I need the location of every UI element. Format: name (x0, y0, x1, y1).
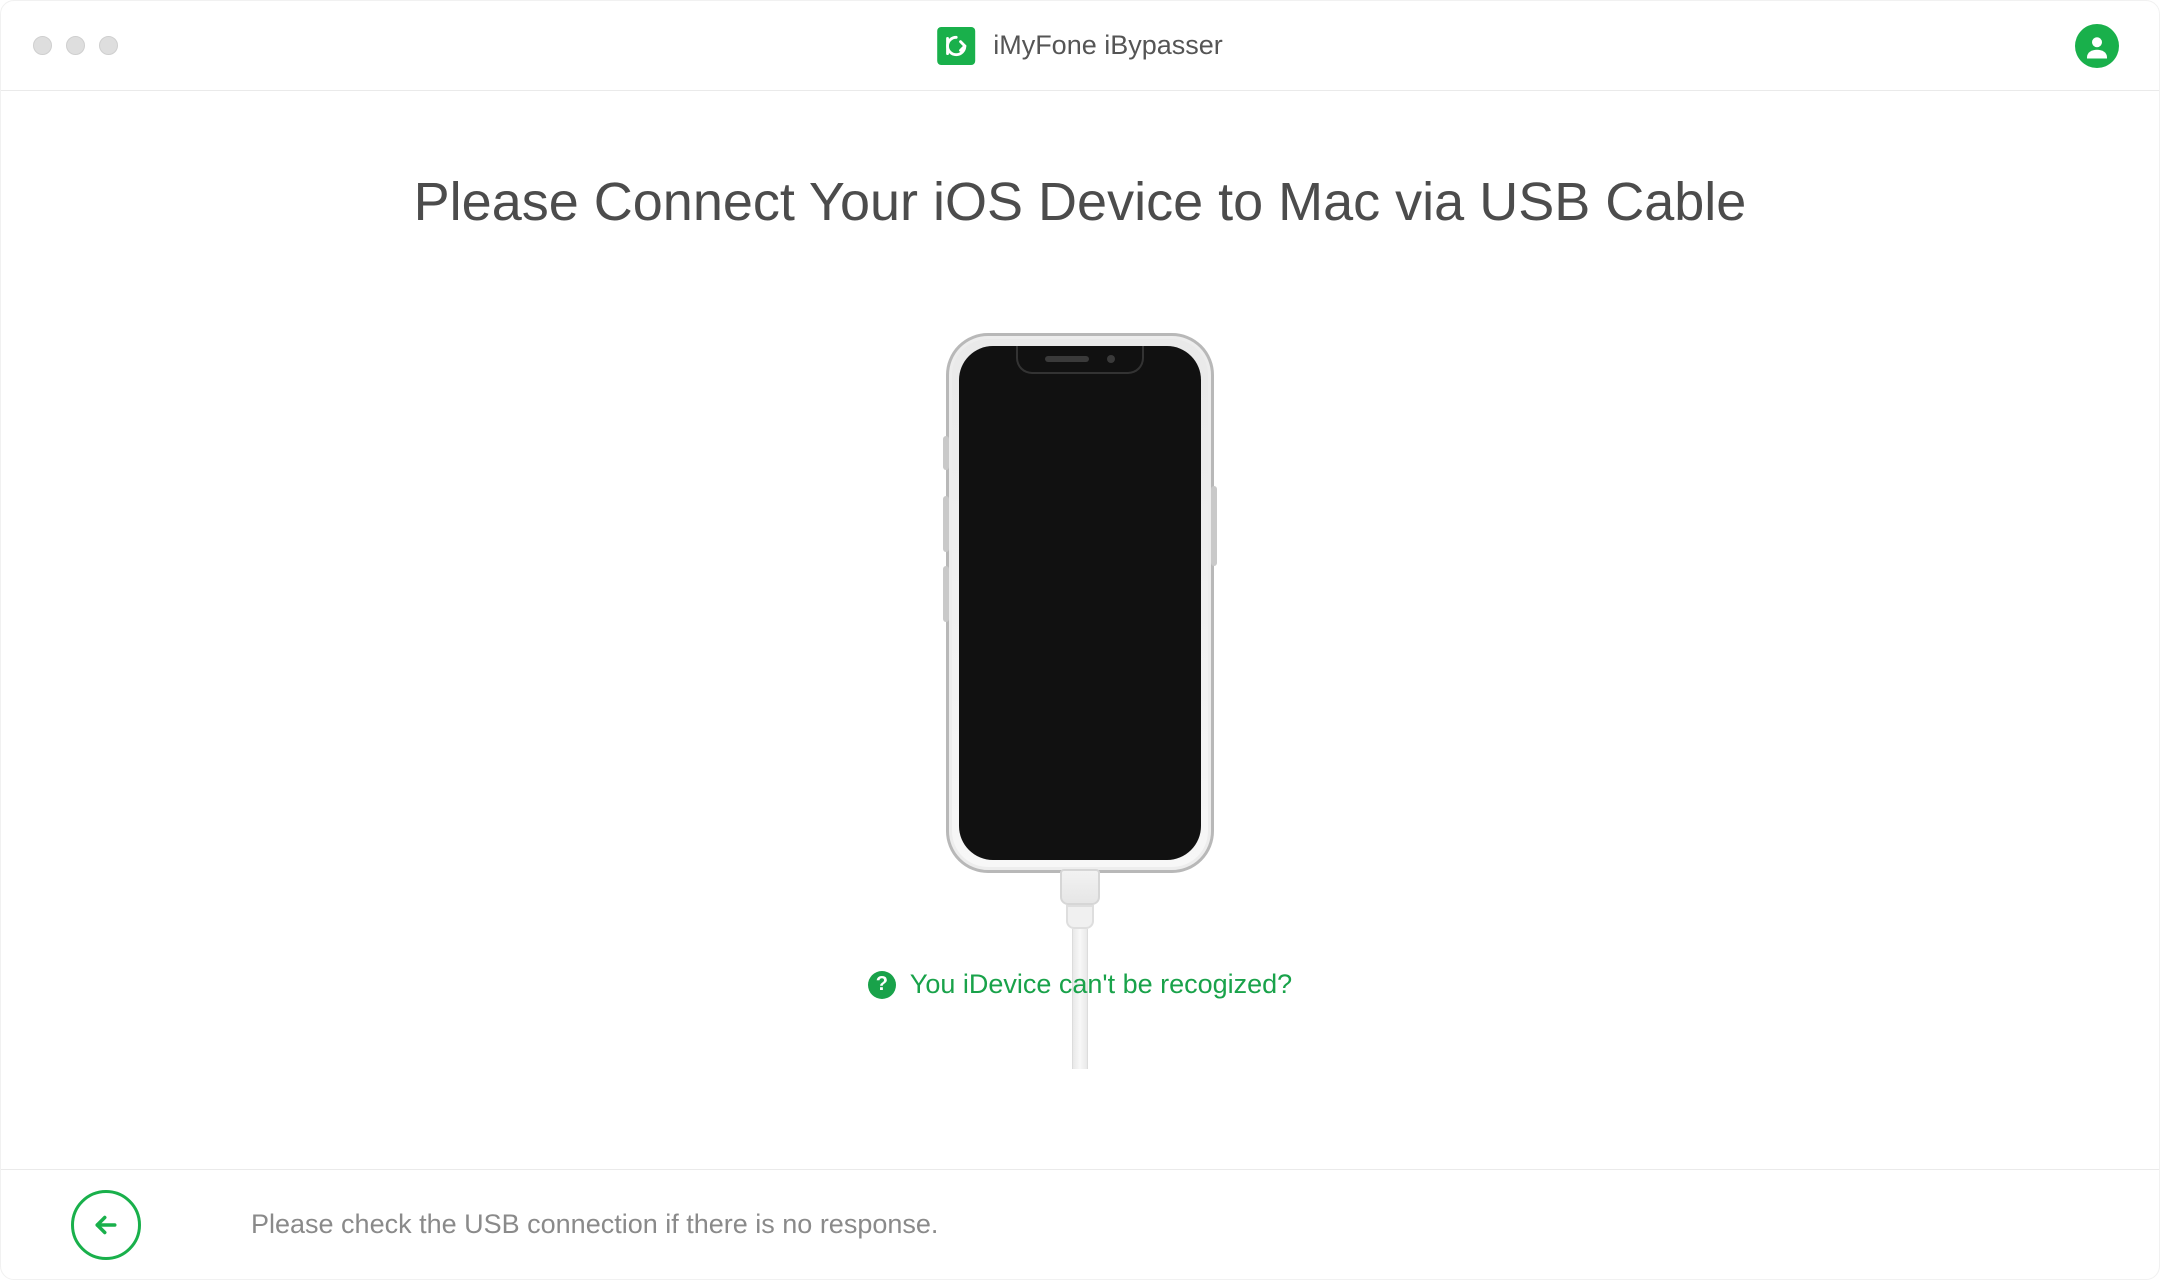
back-button[interactable] (71, 1190, 141, 1260)
title-center: iMyFone iBypasser (937, 27, 1223, 65)
account-button[interactable] (2075, 24, 2119, 68)
app-logo-icon (937, 27, 975, 65)
footer-bar: Please check the USB connection if there… (1, 1169, 2159, 1279)
cable-plug-icon (1060, 869, 1100, 905)
phone-volume-down-icon (943, 566, 949, 622)
minimize-window-button[interactable] (66, 36, 85, 55)
title-bar: iMyFone iBypasser (1, 1, 2159, 91)
app-title: iMyFone iBypasser (993, 30, 1223, 61)
user-icon (2075, 24, 2119, 68)
phone-camera-icon (1107, 355, 1115, 363)
device-illustration (940, 333, 1220, 1069)
footer-hint: Please check the USB connection if there… (251, 1209, 938, 1240)
phone-volume-up-icon (943, 496, 949, 552)
cable-strain-icon (1066, 905, 1094, 929)
phone-power-button-icon (1211, 486, 1217, 566)
phone-speaker-icon (1045, 356, 1089, 362)
help-link[interactable]: ? You iDevice can't be recogized? (1, 969, 2159, 1000)
phone-screen-icon (959, 346, 1201, 860)
main-content: Please Connect Your iOS Device to Mac vi… (1, 91, 2159, 1000)
page-title: Please Connect Your iOS Device to Mac vi… (1, 171, 2159, 233)
question-mark-icon: ? (868, 971, 896, 999)
phone-mute-switch-icon (943, 436, 949, 470)
close-window-button[interactable] (33, 36, 52, 55)
phone-notch-icon (1016, 346, 1144, 374)
arrow-left-icon (91, 1210, 121, 1240)
window-controls (33, 36, 118, 55)
phone-outline-icon (946, 333, 1214, 873)
help-link-label: You iDevice can't be recogized? (910, 969, 1292, 1000)
zoom-window-button[interactable] (99, 36, 118, 55)
